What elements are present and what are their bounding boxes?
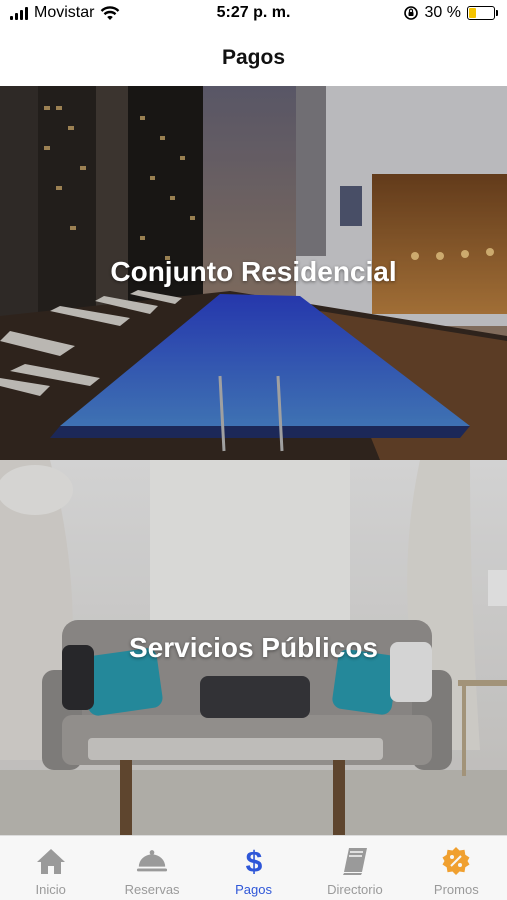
tab-label: Promos	[433, 882, 479, 897]
orientation-lock-icon	[403, 6, 418, 20]
conjunto-residencial-title: Conjunto Residencial	[110, 256, 397, 287]
tab-bar: Inicio Reservas $ Pagos Directorio Promo…	[0, 835, 507, 900]
tab-pagos[interactable]: $ Pagos	[203, 836, 304, 900]
navigation-bar: Pagos	[0, 30, 507, 86]
tab-label: Directorio	[327, 882, 383, 897]
cloche-icon	[136, 846, 168, 876]
tab-promos[interactable]: Promos	[406, 836, 507, 900]
conjunto-residencial-card[interactable]: Conjunto Residencial	[0, 86, 507, 460]
battery-level	[469, 8, 477, 18]
tab-label: Pagos	[235, 882, 272, 897]
discount-badge-icon	[440, 846, 472, 876]
status-bar-right: 30 %	[403, 4, 498, 22]
svg-text:$: $	[245, 846, 262, 876]
tab-reservas[interactable]: Reservas	[101, 836, 202, 900]
status-bar: Movistar 5:27 p. m. 30 %	[0, 0, 507, 30]
book-icon	[339, 846, 371, 876]
servicios-publicos-card[interactable]: Servicios Públicos	[0, 460, 507, 835]
battery-percentage: 30 %	[424, 4, 461, 21]
servicios-publicos-title: Servicios Públicos	[129, 632, 378, 663]
tab-directorio[interactable]: Directorio	[304, 836, 405, 900]
tab-label: Inicio	[35, 882, 66, 897]
dollar-icon: $	[238, 846, 270, 876]
home-icon	[35, 846, 67, 876]
tab-label: Reservas	[124, 882, 180, 897]
page-title: Pagos	[221, 46, 286, 69]
tab-inicio[interactable]: Inicio	[0, 836, 101, 900]
battery-icon	[467, 6, 498, 20]
